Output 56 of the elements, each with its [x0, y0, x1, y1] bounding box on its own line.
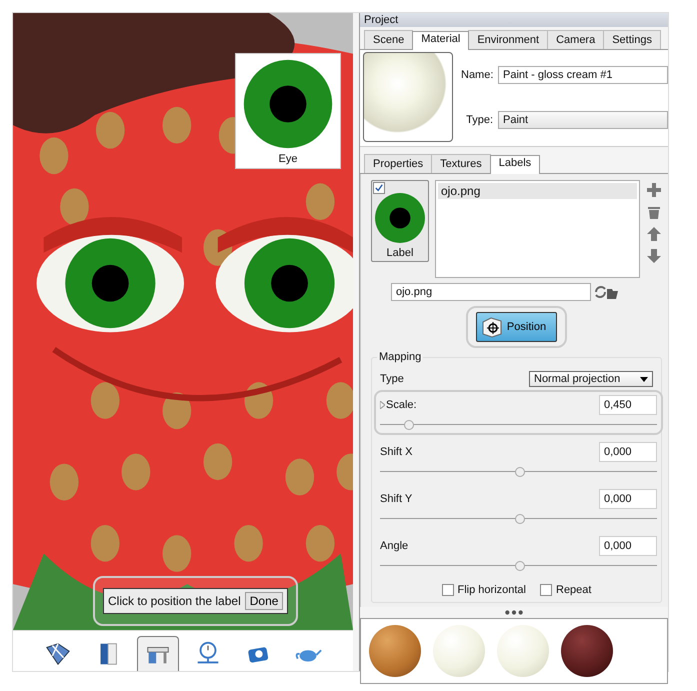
file-field[interactable]: ojo.png [391, 283, 591, 301]
checkbox[interactable] [373, 182, 385, 194]
projection-dropdown[interactable]: Normal projection [529, 371, 653, 387]
type-label: Type: [465, 114, 493, 126]
panel-title: Project [360, 13, 668, 27]
checkbox-label: Repeat [556, 584, 592, 596]
desk-tool-button[interactable] [137, 636, 179, 671]
value-field[interactable]: 0,000 [599, 489, 657, 509]
trash-icon[interactable] [646, 204, 662, 220]
checkbox[interactable] [442, 584, 454, 596]
slider-handle[interactable] [404, 420, 414, 430]
cream-material-swatch[interactable] [497, 625, 549, 677]
value-field[interactable]: 0,000 [599, 442, 657, 462]
value-field[interactable]: 0,000 [599, 536, 657, 556]
expand-icon[interactable] [380, 401, 385, 409]
type-field[interactable]: Paint [498, 110, 668, 128]
reload-folder-icon[interactable] [593, 284, 619, 300]
checkbox[interactable] [540, 584, 552, 596]
caret-icon [640, 376, 648, 382]
checkbox-label: Flip horizontal [458, 584, 526, 596]
chocolate-material-swatch[interactable] [561, 625, 613, 677]
tab[interactable]: Settings [603, 30, 661, 49]
thumbnail-caption: Label [386, 247, 414, 259]
tab[interactable]: Camera [547, 30, 604, 49]
parameter-label: Angle [380, 540, 408, 552]
cream-material-swatch[interactable] [433, 625, 485, 677]
arrow-up-icon[interactable] [646, 226, 662, 242]
eye-texture-drawing [374, 192, 426, 244]
add-icon[interactable] [646, 182, 662, 198]
label-thumbnail[interactable]: Label [371, 180, 429, 262]
position-button[interactable]: Position [476, 312, 558, 342]
parameter-label: Scale: [386, 399, 417, 411]
splitter-handle-icon[interactable] [504, 610, 524, 615]
slider-handle[interactable] [514, 514, 524, 524]
name-field[interactable]: Paint - gloss cream #1 [498, 66, 668, 84]
name-label: Name: [461, 68, 493, 80]
tab[interactable]: Scene [364, 30, 414, 49]
slider-handle[interactable] [514, 467, 524, 477]
parameter-label: Shift Y [380, 493, 412, 505]
group-title: Mapping [377, 351, 424, 363]
done-button[interactable]: Done [244, 592, 284, 610]
hint-text: Click to position the label [108, 594, 241, 608]
cube-target-icon [480, 316, 503, 338]
preview-caption: Eye [278, 153, 298, 165]
slider-handle[interactable] [514, 561, 524, 571]
arrow-down-icon[interactable] [646, 248, 662, 264]
tab[interactable]: Environment [468, 30, 548, 49]
value-field[interactable]: 0,450 [599, 395, 657, 415]
tab[interactable]: Labels [490, 155, 540, 174]
tab[interactable]: Material [412, 31, 470, 50]
tab[interactable]: Textures [431, 154, 491, 173]
parameter-label: Shift X [380, 446, 412, 458]
type-label: Type [380, 373, 404, 385]
wood-material-swatch[interactable] [369, 625, 421, 677]
list-item[interactable]: ojo.png [438, 183, 637, 199]
tab[interactable]: Properties [364, 154, 432, 173]
